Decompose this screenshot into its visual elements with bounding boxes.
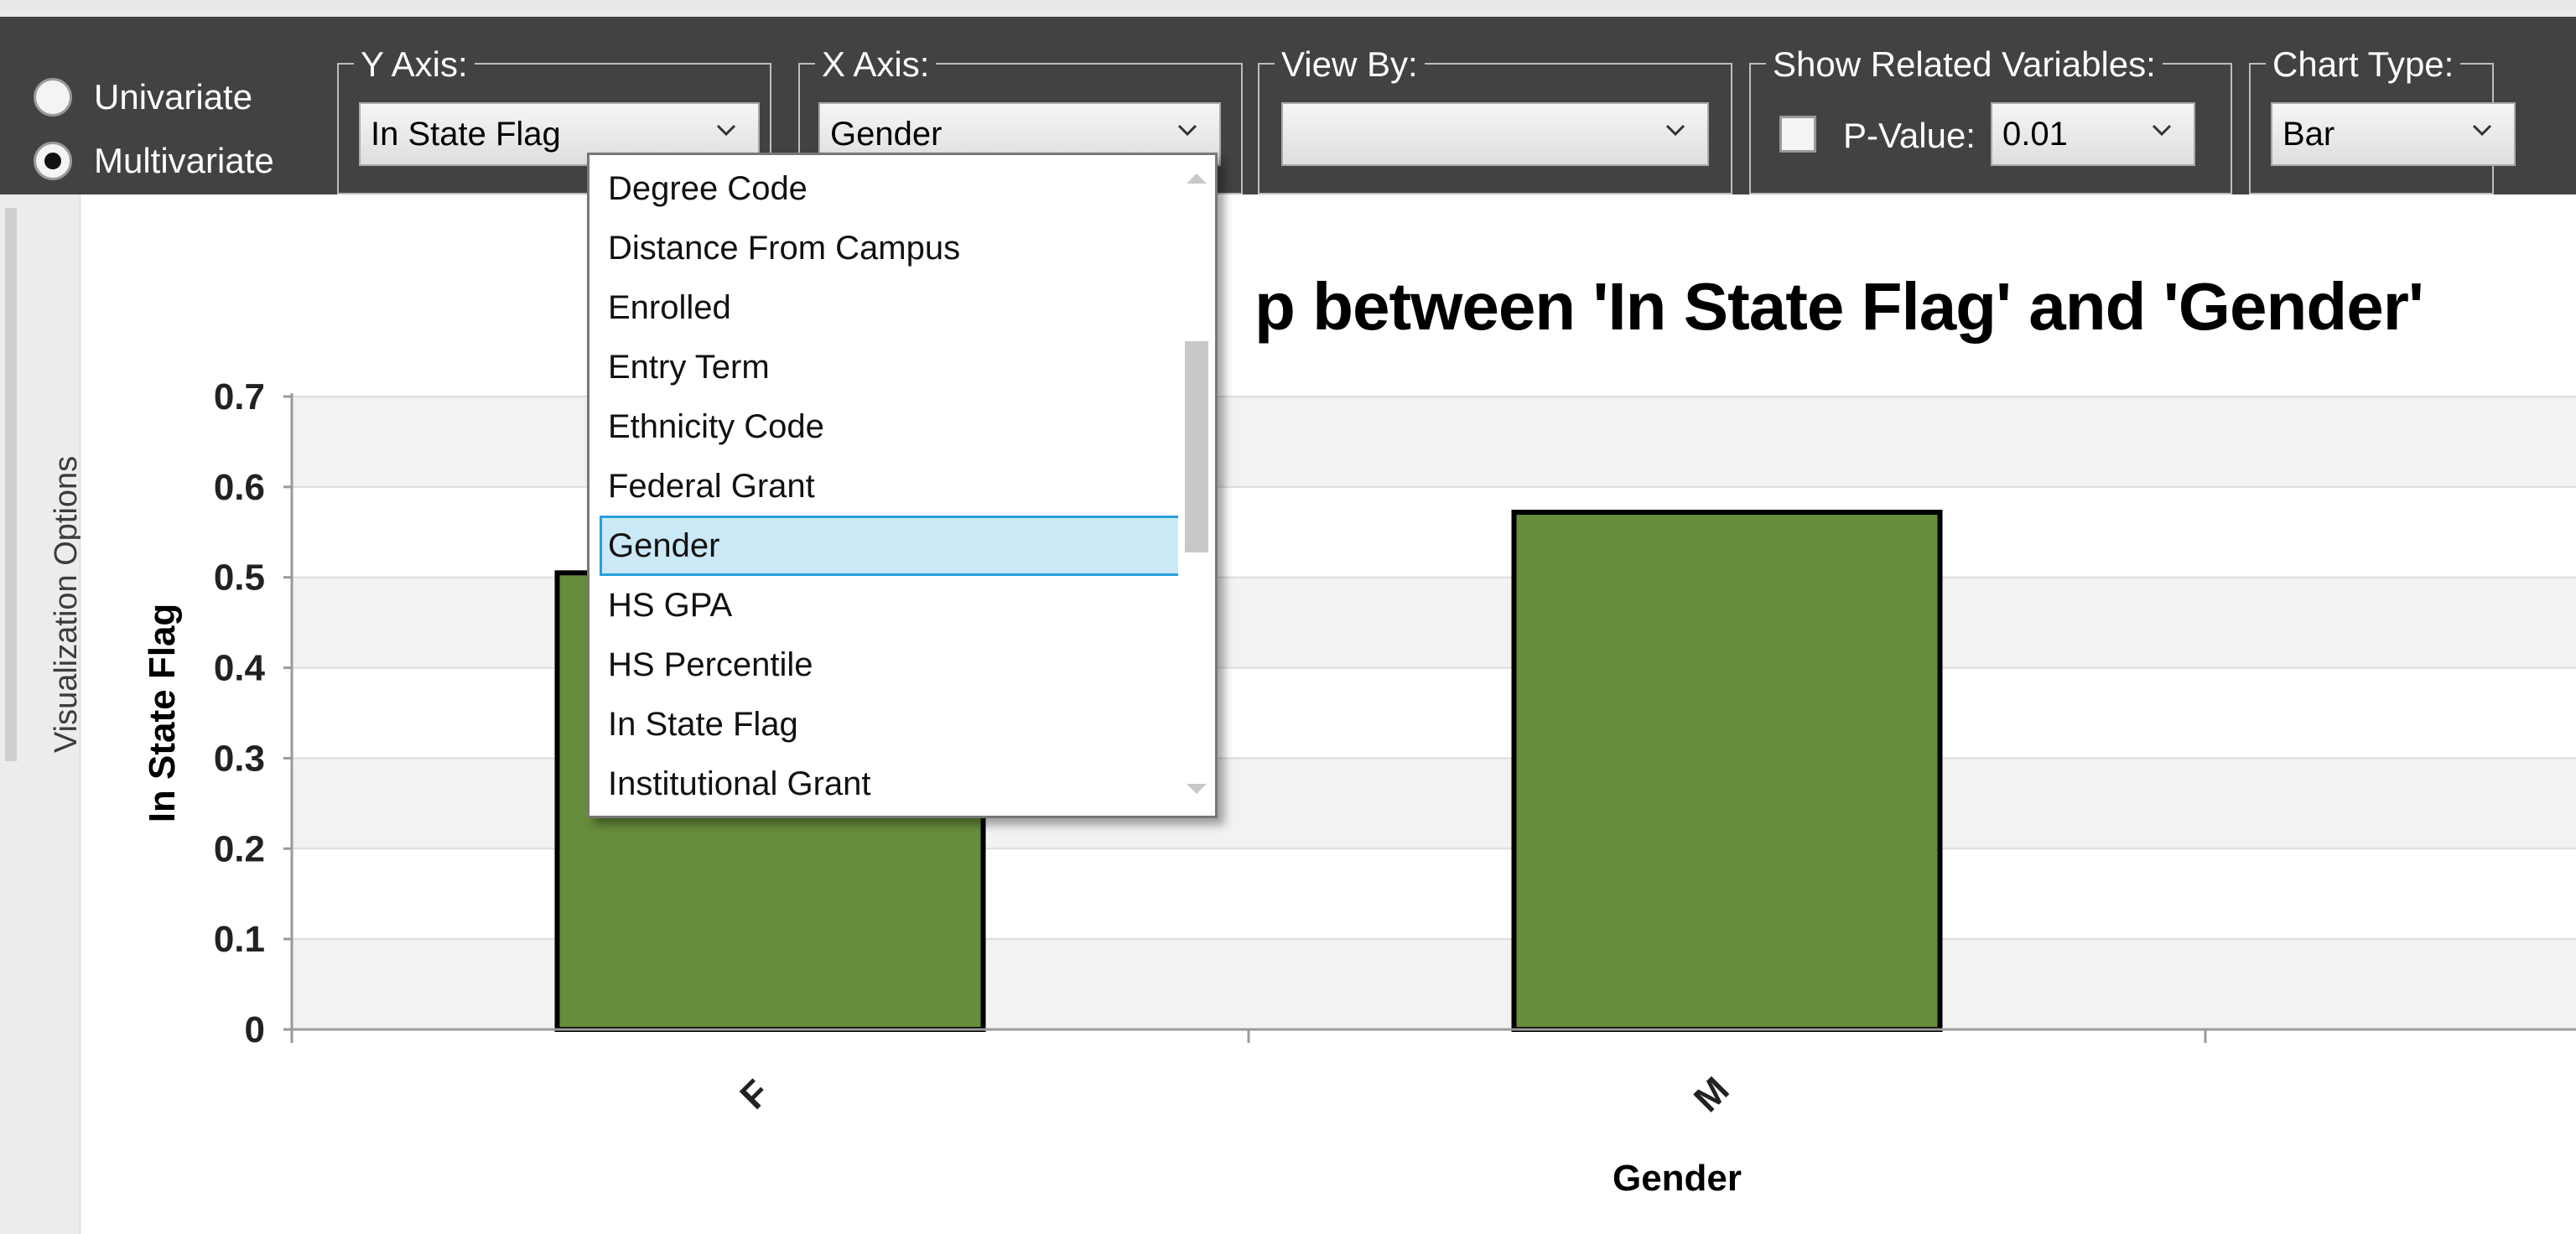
y-tick-labels: 0 0.1 0.2 0.3 0.4 0.5 0.6 0.7 xyxy=(214,376,266,1050)
y-axis-label: In State Flag xyxy=(142,604,183,823)
bar xyxy=(1514,512,1940,1029)
dropdown-item[interactable]: Federal Grant xyxy=(600,456,1182,516)
x-tick-labels: FM xyxy=(732,1069,1737,1120)
y-tick-label: 0.6 xyxy=(214,467,265,508)
dropdown-item[interactable]: HS GPA xyxy=(600,575,1182,635)
y-tick-label: 0.4 xyxy=(214,648,266,689)
y-tick-label: 0.3 xyxy=(214,738,265,779)
dropdown-scrollbar[interactable] xyxy=(1178,155,1215,816)
dropdown-item[interactable]: Distance From Campus xyxy=(600,218,1182,278)
x-tick-label: F xyxy=(732,1072,777,1117)
x-tick-label: M xyxy=(1686,1069,1737,1120)
dropdown-item[interactable]: Gender xyxy=(600,516,1182,576)
y-tick-label: 0.2 xyxy=(214,828,265,869)
dropdown-item[interactable]: Enrolled xyxy=(600,277,1182,338)
y-tick-label: 0.7 xyxy=(214,376,265,417)
scroll-up-icon[interactable] xyxy=(1187,172,1207,184)
x-axis-dropdown-list[interactable]: Degree CodeDistance From CampusEnrolledE… xyxy=(587,153,1218,818)
dropdown-item[interactable]: Institutional Grant xyxy=(600,754,1182,814)
scroll-down-icon[interactable] xyxy=(1187,784,1207,796)
dropdown-item[interactable]: Degree Code xyxy=(600,158,1182,219)
y-tick-label: 0.1 xyxy=(214,919,265,960)
scroll-thumb[interactable] xyxy=(1185,341,1208,552)
bar-chart: 00.10.20.30.40.50.60.7 FM In State Flag … xyxy=(0,0,2576,1234)
chart-title: p between 'In State Flag' and 'Gender' xyxy=(1254,268,2423,345)
dropdown-item[interactable]: Entry Term xyxy=(600,337,1182,397)
y-tick-label: 0.5 xyxy=(214,557,265,599)
x-axis-label: Gender xyxy=(1613,1158,1742,1199)
y-tick-label: 0 xyxy=(245,1009,265,1050)
dropdown-item[interactable]: HS Percentile xyxy=(600,635,1182,695)
dropdown-item[interactable]: In State Flag xyxy=(600,694,1182,754)
dropdown-item[interactable]: Ethnicity Code xyxy=(600,397,1182,457)
